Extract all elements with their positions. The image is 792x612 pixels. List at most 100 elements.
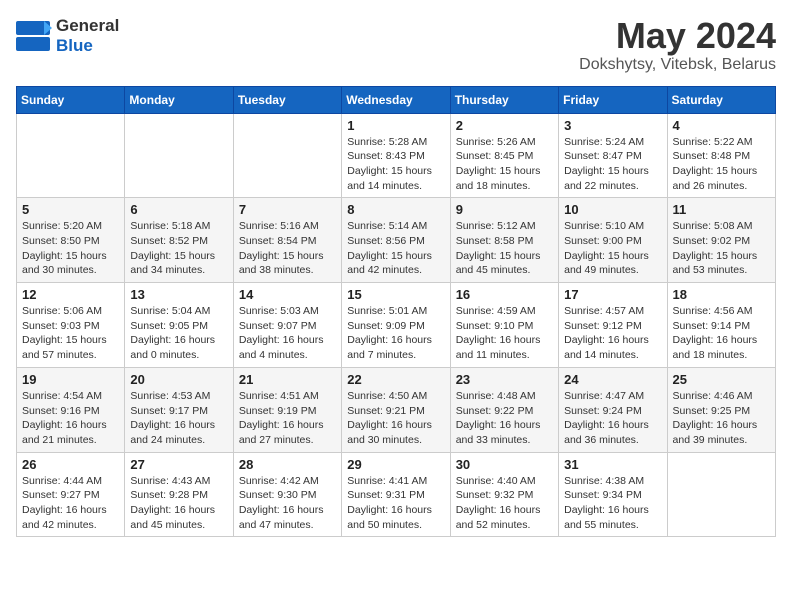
calendar-cell: 8 Sunrise: 5:14 AMSunset: 8:56 PMDaylight… bbox=[342, 198, 450, 283]
day-number: 18 bbox=[673, 287, 770, 302]
day-info: Sunrise: 4:47 AMSunset: 9:24 PMDaylight:… bbox=[564, 389, 661, 448]
day-info: Sunrise: 5:03 AMSunset: 9:07 PMDaylight:… bbox=[239, 304, 336, 363]
day-number: 25 bbox=[673, 372, 770, 387]
calendar-cell: 3 Sunrise: 5:24 AMSunset: 8:47 PMDaylight… bbox=[559, 113, 667, 198]
calendar-cell: 6Sunrise: 5:18 AMSunset: 8:52 PMDaylight… bbox=[125, 198, 233, 283]
calendar-cell: 21 Sunrise: 4:51 AMSunset: 9:19 PMDayligh… bbox=[233, 367, 341, 452]
weekday-header: Wednesday bbox=[342, 86, 450, 113]
day-number: 15 bbox=[347, 287, 444, 302]
day-number: 27 bbox=[130, 457, 227, 472]
day-number: 1 bbox=[347, 118, 444, 133]
calendar-cell: 13 Sunrise: 5:04 AMSunset: 9:05 PMDayligh… bbox=[125, 283, 233, 368]
day-info: Sunrise: 5:22 AMSunset: 8:48 PMDaylight:… bbox=[673, 135, 770, 194]
day-info: Sunrise: 4:56 AMSunset: 9:14 PMDaylight:… bbox=[673, 304, 770, 363]
day-number: 24 bbox=[564, 372, 661, 387]
calendar-cell: 20Sunrise: 4:53 AMSunset: 9:17 PMDayligh… bbox=[125, 367, 233, 452]
calendar-cell: 5Sunrise: 5:20 AMSunset: 8:50 PMDaylight… bbox=[17, 198, 125, 283]
calendar-cell: 17 Sunrise: 4:57 AMSunset: 9:12 PMDayligh… bbox=[559, 283, 667, 368]
day-number: 19 bbox=[22, 372, 119, 387]
day-info: Sunrise: 5:18 AMSunset: 8:52 PMDaylight:… bbox=[130, 219, 227, 278]
logo-icon bbox=[16, 21, 52, 51]
day-info: Sunrise: 4:57 AMSunset: 9:12 PMDaylight:… bbox=[564, 304, 661, 363]
day-info: Sunrise: 5:16 AMSunset: 8:54 PMDaylight:… bbox=[239, 219, 336, 278]
weekday-header: Sunday bbox=[17, 86, 125, 113]
calendar-cell bbox=[667, 452, 775, 537]
day-number: 23 bbox=[456, 372, 553, 387]
day-info: Sunrise: 5:14 AMSunset: 8:56 PMDaylight:… bbox=[347, 219, 444, 278]
day-number: 10 bbox=[564, 202, 661, 217]
day-info: Sunrise: 5:20 AMSunset: 8:50 PMDaylight:… bbox=[22, 219, 119, 278]
logo-blue: Blue bbox=[56, 36, 93, 55]
calendar-cell: 18 Sunrise: 4:56 AMSunset: 9:14 PMDayligh… bbox=[667, 283, 775, 368]
day-number: 2 bbox=[456, 118, 553, 133]
day-number: 9 bbox=[456, 202, 553, 217]
day-info: Sunrise: 4:59 AMSunset: 9:10 PMDaylight:… bbox=[456, 304, 553, 363]
day-info: Sunrise: 4:54 AMSunset: 9:16 PMDaylight:… bbox=[22, 389, 119, 448]
calendar-cell: 19 Sunrise: 4:54 AMSunset: 9:16 PMDayligh… bbox=[17, 367, 125, 452]
calendar-table: SundayMondayTuesdayWednesdayThursdayFrid… bbox=[16, 86, 776, 538]
calendar-cell: 4 Sunrise: 5:22 AMSunset: 8:48 PMDaylight… bbox=[667, 113, 775, 198]
day-number: 8 bbox=[347, 202, 444, 217]
logo-general: General bbox=[56, 16, 119, 35]
day-info: Sunrise: 4:48 AMSunset: 9:22 PMDaylight:… bbox=[456, 389, 553, 448]
day-info: Sunrise: 5:26 AMSunset: 8:45 PMDaylight:… bbox=[456, 135, 553, 194]
logo: General Blue bbox=[16, 16, 119, 56]
day-info: Sunrise: 5:10 AMSunset: 9:00 PMDaylight:… bbox=[564, 219, 661, 278]
calendar-cell: 26Sunrise: 4:44 AMSunset: 9:27 PMDayligh… bbox=[17, 452, 125, 537]
day-info: Sunrise: 4:40 AMSunset: 9:32 PMDaylight:… bbox=[456, 474, 553, 533]
day-info: Sunrise: 4:38 AMSunset: 9:34 PMDaylight:… bbox=[564, 474, 661, 533]
weekday-header-row: SundayMondayTuesdayWednesdayThursdayFrid… bbox=[17, 86, 776, 113]
calendar-cell: 2 Sunrise: 5:26 AMSunset: 8:45 PMDaylight… bbox=[450, 113, 558, 198]
calendar-week-row: 26Sunrise: 4:44 AMSunset: 9:27 PMDayligh… bbox=[17, 452, 776, 537]
day-number: 4 bbox=[673, 118, 770, 133]
day-number: 12 bbox=[22, 287, 119, 302]
calendar-cell: 29Sunrise: 4:41 AMSunset: 9:31 PMDayligh… bbox=[342, 452, 450, 537]
calendar-cell: 16Sunrise: 4:59 AMSunset: 9:10 PMDayligh… bbox=[450, 283, 558, 368]
calendar-cell: 30 Sunrise: 4:40 AMSunset: 9:32 PMDayligh… bbox=[450, 452, 558, 537]
calendar-cell bbox=[233, 113, 341, 198]
calendar-cell: 22Sunrise: 4:50 AMSunset: 9:21 PMDayligh… bbox=[342, 367, 450, 452]
calendar-week-row: 5Sunrise: 5:20 AMSunset: 8:50 PMDaylight… bbox=[17, 198, 776, 283]
calendar-week-row: 1Sunrise: 5:28 AMSunset: 8:43 PMDaylight… bbox=[17, 113, 776, 198]
day-number: 30 bbox=[456, 457, 553, 472]
weekday-header: Monday bbox=[125, 86, 233, 113]
calendar-cell bbox=[125, 113, 233, 198]
calendar-cell bbox=[17, 113, 125, 198]
day-number: 31 bbox=[564, 457, 661, 472]
calendar-cell: 11 Sunrise: 5:08 AMSunset: 9:02 PMDayligh… bbox=[667, 198, 775, 283]
day-number: 22 bbox=[347, 372, 444, 387]
day-info: Sunrise: 5:12 AMSunset: 8:58 PMDaylight:… bbox=[456, 219, 553, 278]
weekday-header: Tuesday bbox=[233, 86, 341, 113]
day-info: Sunrise: 4:44 AMSunset: 9:27 PMDaylight:… bbox=[22, 474, 119, 533]
day-info: Sunrise: 5:04 AMSunset: 9:05 PMDaylight:… bbox=[130, 304, 227, 363]
calendar-week-row: 12 Sunrise: 5:06 AMSunset: 9:03 PMDayligh… bbox=[17, 283, 776, 368]
day-number: 13 bbox=[130, 287, 227, 302]
day-number: 11 bbox=[673, 202, 770, 217]
day-info: Sunrise: 5:24 AMSunset: 8:47 PMDaylight:… bbox=[564, 135, 661, 194]
calendar-cell: 25Sunrise: 4:46 AMSunset: 9:25 PMDayligh… bbox=[667, 367, 775, 452]
calendar-cell: 12 Sunrise: 5:06 AMSunset: 9:03 PMDayligh… bbox=[17, 283, 125, 368]
calendar-week-row: 19 Sunrise: 4:54 AMSunset: 9:16 PMDayligh… bbox=[17, 367, 776, 452]
day-info: Sunrise: 4:53 AMSunset: 9:17 PMDaylight:… bbox=[130, 389, 227, 448]
day-info: Sunrise: 5:01 AMSunset: 9:09 PMDaylight:… bbox=[347, 304, 444, 363]
page-header: General Blue May 2024 Dokshytsy, Vitebsk… bbox=[16, 16, 776, 74]
day-info: Sunrise: 4:51 AMSunset: 9:19 PMDaylight:… bbox=[239, 389, 336, 448]
location-title: Dokshytsy, Vitebsk, Belarus bbox=[579, 56, 776, 74]
day-number: 21 bbox=[239, 372, 336, 387]
weekday-header: Friday bbox=[559, 86, 667, 113]
month-title: May 2024 bbox=[579, 16, 776, 56]
day-number: 3 bbox=[564, 118, 661, 133]
calendar-cell: 27 Sunrise: 4:43 AMSunset: 9:28 PMDayligh… bbox=[125, 452, 233, 537]
calendar-cell: 24 Sunrise: 4:47 AMSunset: 9:24 PMDayligh… bbox=[559, 367, 667, 452]
calendar-cell: 28Sunrise: 4:42 AMSunset: 9:30 PMDayligh… bbox=[233, 452, 341, 537]
calendar-cell: 10 Sunrise: 5:10 AMSunset: 9:00 PMDayligh… bbox=[559, 198, 667, 283]
day-info: Sunrise: 4:42 AMSunset: 9:30 PMDaylight:… bbox=[239, 474, 336, 533]
day-info: Sunrise: 4:43 AMSunset: 9:28 PMDaylight:… bbox=[130, 474, 227, 533]
day-number: 7 bbox=[239, 202, 336, 217]
day-info: Sunrise: 4:41 AMSunset: 9:31 PMDaylight:… bbox=[347, 474, 444, 533]
calendar-cell: 23 Sunrise: 4:48 AMSunset: 9:22 PMDayligh… bbox=[450, 367, 558, 452]
day-number: 17 bbox=[564, 287, 661, 302]
calendar-cell: 15 Sunrise: 5:01 AMSunset: 9:09 PMDayligh… bbox=[342, 283, 450, 368]
day-info: Sunrise: 5:06 AMSunset: 9:03 PMDaylight:… bbox=[22, 304, 119, 363]
day-info: Sunrise: 5:08 AMSunset: 9:02 PMDaylight:… bbox=[673, 219, 770, 278]
